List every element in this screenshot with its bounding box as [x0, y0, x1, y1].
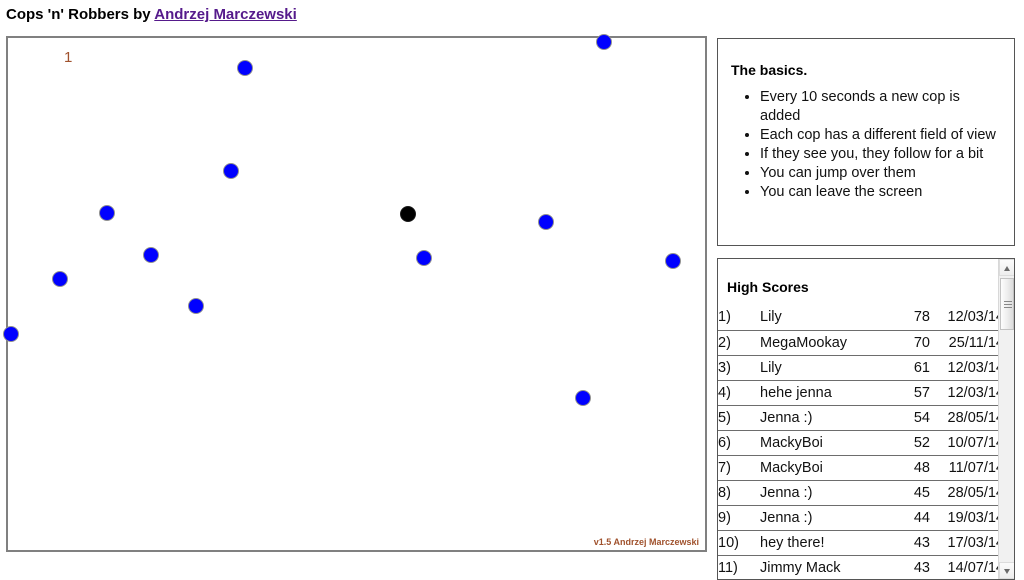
highscore-date-cell: 28/05/14	[930, 405, 999, 431]
cop-dot	[237, 60, 253, 76]
highscore-score-cell: 61	[898, 355, 930, 381]
highscores-title: High Scores	[727, 279, 809, 295]
highscore-rank-cell: 2)	[718, 330, 760, 356]
basics-list-item: If they see you, they follow for a bit	[760, 145, 1004, 164]
basics-list-item: You can jump over them	[760, 164, 1004, 183]
cop-dot	[575, 390, 591, 406]
highscore-name-cell: hehe jenna	[760, 380, 898, 406]
page-title: Cops 'n' Robbers by Andrzej Marczewski	[6, 6, 297, 23]
highscore-rank-cell: 7)	[718, 455, 760, 481]
highscore-name-cell: MackyBoi	[760, 430, 898, 456]
highscore-date-cell: 14/07/14	[930, 555, 999, 579]
highscore-score-cell: 43	[898, 530, 930, 556]
highscore-date-cell: 25/11/14	[930, 330, 999, 356]
highscore-name-cell: Lily	[760, 355, 898, 381]
cop-dot	[3, 326, 19, 342]
highscore-name-cell: MackyBoi	[760, 455, 898, 481]
highscore-name-cell: Jenna :)	[760, 505, 898, 531]
highscore-name-cell: Jimmy Mack	[760, 555, 898, 579]
highscores-scrollbar[interactable]	[998, 259, 1014, 579]
game-canvas[interactable]: 1 v1.5 Andrzej Marczewski	[3, 34, 707, 552]
highscore-rank-cell: 11)	[718, 555, 760, 579]
highscore-rank-cell: 8)	[718, 480, 760, 506]
highscore-date-cell: 12/03/14	[930, 355, 999, 381]
table-row: 8) Jenna :) 45 28/05/14	[718, 480, 999, 506]
highscore-score-cell: 70	[898, 330, 930, 356]
table-row: 6) MackyBoi 52 10/07/14	[718, 430, 999, 456]
highscore-name-cell: MegaMookay	[760, 330, 898, 356]
highscore-score-cell: 45	[898, 480, 930, 506]
cop-dot	[665, 253, 681, 269]
highscore-date-cell: 19/03/14	[930, 505, 999, 531]
highscore-rank-cell: 5)	[718, 405, 760, 431]
highscore-score-cell: 48	[898, 455, 930, 481]
cop-dot	[596, 34, 612, 50]
highscore-rank-cell: 3)	[718, 355, 760, 381]
highscore-date-cell: 10/07/14	[930, 430, 999, 456]
highscore-date-cell: 17/03/14	[930, 530, 999, 556]
page-title-text: Cops 'n' Robbers by	[6, 6, 155, 23]
basics-panel: The basics. Every 10 seconds a new cop i…	[717, 38, 1015, 246]
highscore-name-cell: Jenna :)	[760, 480, 898, 506]
cop-dot	[223, 163, 239, 179]
highscore-name-cell: Jenna :)	[760, 405, 898, 431]
basics-list-item: Every 10 seconds a new cop is added	[760, 88, 1004, 126]
highscore-rank-cell: 4)	[718, 380, 760, 406]
basics-title: The basics.	[731, 62, 808, 78]
table-row: 3) Lily 61 12/03/14	[718, 355, 999, 381]
scrollbar-thumb[interactable]	[1000, 278, 1014, 330]
grip-icon	[1004, 301, 1012, 302]
highscore-rank-cell: 10)	[718, 530, 760, 556]
basics-list-item: You can leave the screen	[760, 183, 1004, 202]
table-row: 1) Lily 78 12/03/14	[718, 305, 999, 331]
basics-list: Every 10 seconds a new cop is addedEach …	[718, 88, 1014, 202]
highscore-name-cell: hey there!	[760, 530, 898, 556]
highscore-score-cell: 44	[898, 505, 930, 531]
cop-dot	[143, 247, 159, 263]
cop-dot	[52, 271, 68, 287]
robber-player-dot	[400, 206, 416, 222]
highscores-content: High Scores 1) Lily 78 12/03/14 2) MegaMookay…	[718, 259, 999, 579]
highscores-body: 1) Lily 78 12/03/14 2) MegaMookay 70 25/11/14 3)…	[718, 305, 999, 579]
table-row: 5) Jenna :) 54 28/05/14	[718, 405, 999, 431]
table-row: 10) hey there! 43 17/03/14	[718, 530, 999, 556]
cop-dot	[99, 205, 115, 221]
table-row: 4) hehe jenna 57 12/03/14	[718, 380, 999, 406]
cop-dot	[538, 214, 554, 230]
highscore-score-cell: 78	[898, 305, 930, 331]
table-row: 11) Jimmy Mack 43 14/07/14	[718, 555, 999, 579]
highscore-rank-cell: 1)	[718, 305, 760, 331]
highscore-score-cell: 57	[898, 380, 930, 406]
cop-dot	[416, 250, 432, 266]
highscore-rank-cell: 6)	[718, 430, 760, 456]
scroll-up-arrow-icon[interactable]	[999, 259, 1014, 276]
highscore-date-cell: 28/05/14	[930, 480, 999, 506]
cop-dot	[188, 298, 204, 314]
highscores-panel: High Scores 1) Lily 78 12/03/14 2) MegaMookay…	[717, 258, 1015, 580]
highscore-score-cell: 52	[898, 430, 930, 456]
game-version-credit: v1.5 Andrzej Marczewski	[593, 537, 699, 547]
highscore-score-cell: 54	[898, 405, 930, 431]
highscore-rank-cell: 9)	[718, 505, 760, 531]
scroll-down-arrow-icon[interactable]	[999, 562, 1014, 579]
triangle-down-icon	[1004, 569, 1010, 574]
highscore-name-cell: Lily	[760, 305, 898, 331]
highscore-score-cell: 43	[898, 555, 930, 579]
highscore-date-cell: 12/03/14	[930, 380, 999, 406]
basics-list-item: Each cop has a different field of view	[760, 126, 1004, 145]
table-row: 2) MegaMookay 70 25/11/14	[718, 330, 999, 356]
author-link[interactable]: Andrzej Marczewski	[154, 6, 297, 23]
table-row: 7) MackyBoi 48 11/07/14	[718, 455, 999, 481]
table-row: 9) Jenna :) 44 19/03/14	[718, 505, 999, 531]
highscore-date-cell: 11/07/14	[930, 455, 999, 481]
highscore-date-cell: 12/03/14	[930, 305, 999, 331]
triangle-up-icon	[1004, 266, 1010, 271]
highscores-table: 1) Lily 78 12/03/14 2) MegaMookay 70 25/11/14 3)…	[718, 305, 999, 579]
game-score: 1	[64, 49, 73, 66]
